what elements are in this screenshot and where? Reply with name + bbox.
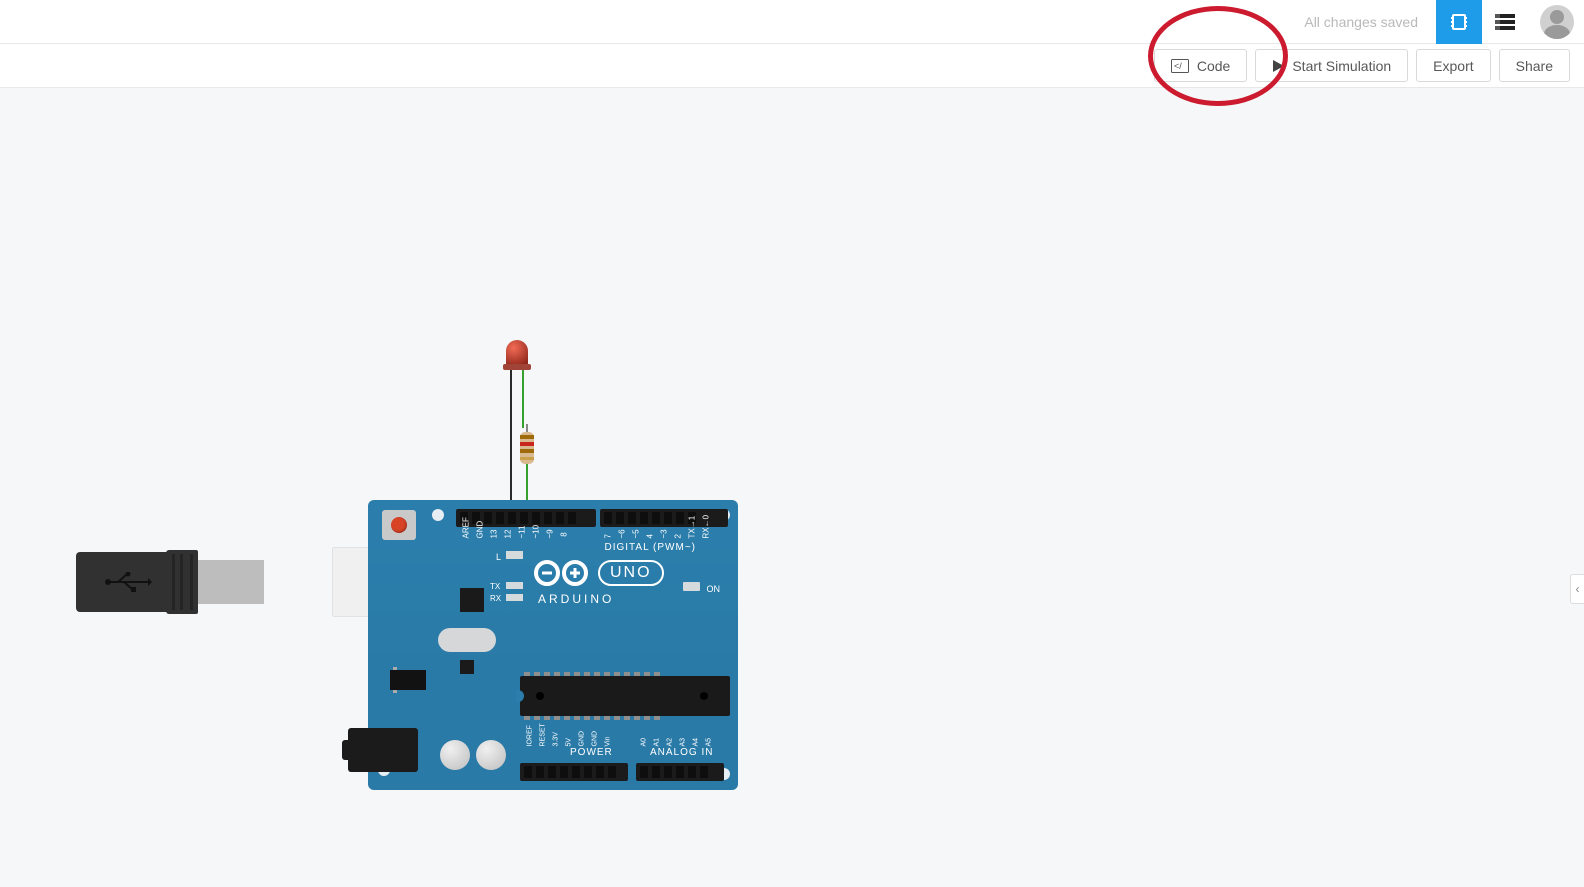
digital-section-label: DIGITAL (PWM~) <box>605 542 697 553</box>
usb-controller-chip <box>460 588 484 612</box>
user-avatar[interactable] <box>1540 5 1574 39</box>
mount-hole <box>432 509 444 521</box>
led-anode-wire <box>522 370 524 428</box>
code-icon: </ <box>1171 59 1189 73</box>
code-button[interactable]: </ Code <box>1154 49 1247 82</box>
circuit-canvas[interactable]: ‹ <box>0 88 1584 887</box>
start-sim-label: Start Simulation <box>1292 58 1391 74</box>
l-led-label: L <box>496 552 501 562</box>
uno-badge: UNO <box>598 560 664 586</box>
schematic-view-toggle[interactable] <box>1482 0 1528 44</box>
start-simulation-button[interactable]: Start Simulation <box>1255 49 1408 82</box>
rx-led-label: RX <box>490 594 501 603</box>
chip-icon <box>1448 11 1470 33</box>
reset-button[interactable] <box>382 510 416 540</box>
svg-text:</: </ <box>1174 61 1182 71</box>
resistor-lead-top <box>526 424 528 432</box>
action-bar: </ Code Start Simulation Export Share <box>0 44 1584 88</box>
arduino-logo: UNO <box>534 558 664 588</box>
share-button[interactable]: Share <box>1499 49 1570 82</box>
crystal-oscillator <box>438 628 496 652</box>
capacitor <box>440 740 470 770</box>
top-pin-labels-right: 7~6~54~32TX→1RX←0 <box>604 530 710 539</box>
tx-led <box>506 582 523 589</box>
capacitors <box>440 740 506 770</box>
on-led <box>683 582 700 591</box>
tx-led-label: TX <box>490 582 500 591</box>
arduino-brand-text: ARDUINO <box>538 592 614 606</box>
on-led-label: ON <box>707 584 721 594</box>
play-icon <box>1272 60 1284 72</box>
l-led <box>506 551 523 559</box>
analog-pin-labels: A0A1A2A3A4A5 <box>640 739 713 746</box>
usb-icon <box>104 572 152 597</box>
list-icon <box>1494 13 1516 31</box>
resistor-body <box>520 432 534 464</box>
arduino-uno-board[interactable]: AREFGND1312~11~10~98 7~6~54~32TX→1RX←0 D… <box>368 500 738 790</box>
led-cathode-wire <box>510 370 512 512</box>
rx-led <box>506 594 523 601</box>
small-chip <box>460 660 474 674</box>
led-bulb <box>506 340 528 366</box>
export-label: Export <box>1433 58 1473 74</box>
top-bar: All changes saved <box>0 0 1584 44</box>
save-status: All changes saved <box>1304 14 1418 30</box>
power-pin-labels: IOREFRESET3.3V5VGNDGNDVin <box>526 739 612 746</box>
export-button[interactable]: Export <box>1416 49 1490 82</box>
resistor-component[interactable] <box>520 424 534 512</box>
power-section-label: POWER <box>570 747 613 758</box>
share-label: Share <box>1516 58 1553 74</box>
components-view-toggle[interactable] <box>1436 0 1482 44</box>
analog-header[interactable] <box>636 763 724 781</box>
dc-power-jack <box>348 728 418 772</box>
power-header[interactable] <box>520 763 628 781</box>
voltage-regulator <box>390 670 426 690</box>
code-label: Code <box>1197 58 1230 74</box>
expand-components-panel[interactable]: ‹ <box>1570 574 1584 604</box>
top-pin-labels-left: AREFGND1312~11~10~98 <box>462 530 568 539</box>
capacitor <box>476 740 506 770</box>
led-component[interactable] <box>506 340 528 366</box>
infinity-icon <box>534 558 588 588</box>
atmega-microcontroller <box>520 676 730 716</box>
analog-section-label: ANALOG IN <box>650 747 713 758</box>
